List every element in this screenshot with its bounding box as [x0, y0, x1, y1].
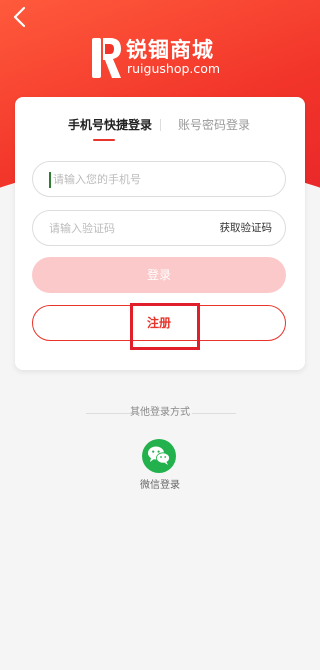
- brand-logo: 锐锢商城 ruigushop.com: [92, 38, 242, 80]
- wechat-login-button[interactable]: [142, 439, 176, 473]
- phone-input[interactable]: [53, 162, 233, 196]
- register-highlight-box: [130, 303, 200, 350]
- get-code-button[interactable]: 获取验证码: [220, 221, 273, 235]
- wechat-icon: [148, 446, 170, 465]
- phone-field[interactable]: [32, 161, 286, 197]
- tab-password-login[interactable]: 账号密码登录: [178, 118, 250, 132]
- ruigu-logo-icon: [92, 38, 122, 78]
- login-button[interactable]: 登录: [32, 257, 286, 293]
- text-cursor: [49, 172, 51, 188]
- divider-right: [192, 413, 236, 414]
- brand-name-cn: 锐锢商城: [126, 38, 214, 62]
- code-field[interactable]: 获取验证码: [32, 210, 286, 246]
- active-tab-indicator: [93, 139, 115, 141]
- back-icon[interactable]: [10, 6, 32, 28]
- wechat-login-label: 微信登录: [140, 480, 180, 491]
- brand-name-en: ruigushop.com: [127, 61, 221, 76]
- other-login-title: 其他登录方式: [130, 407, 190, 418]
- tab-phone-login[interactable]: 手机号快捷登录: [68, 118, 152, 132]
- tab-divider: [160, 119, 161, 131]
- code-input[interactable]: [49, 211, 229, 245]
